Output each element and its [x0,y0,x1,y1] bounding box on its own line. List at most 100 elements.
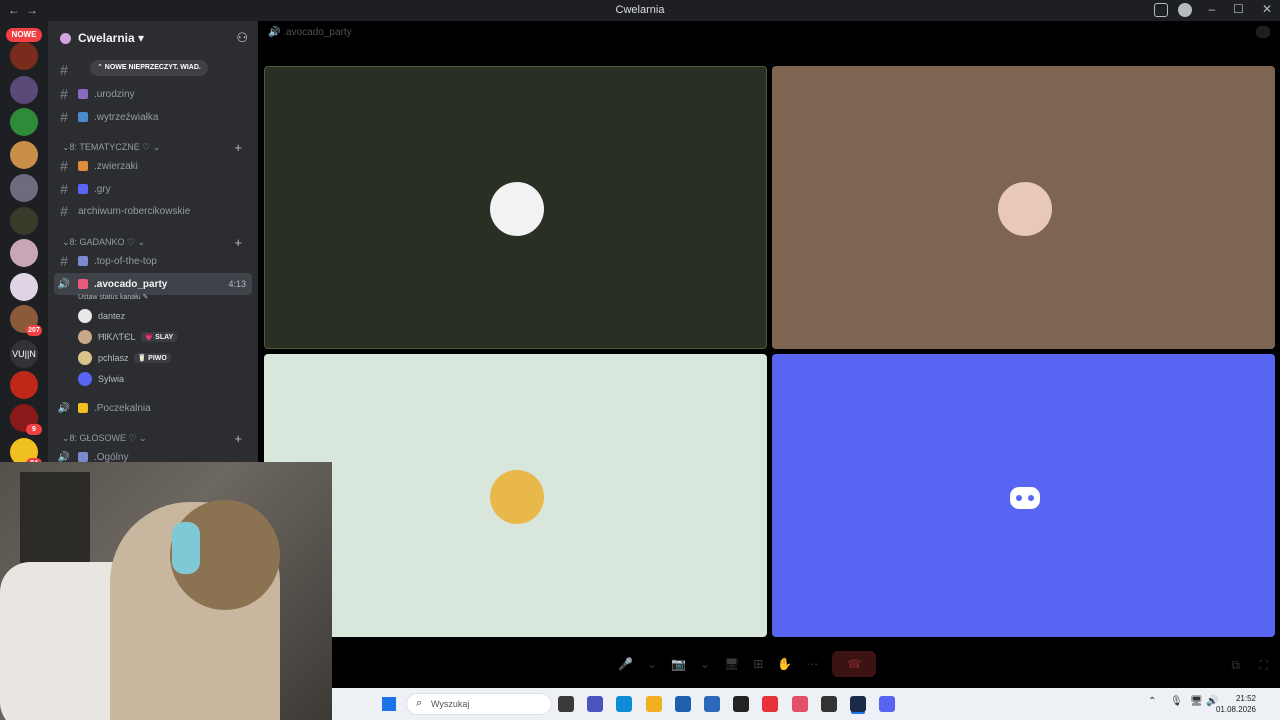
chevron-down-icon[interactable]: ⌄ [647,657,657,671]
chat-icon[interactable] [1256,26,1270,38]
category-gadanko[interactable]: ⌄8: GADANKO ♡ ⌄ + [62,235,252,250]
server-icon[interactable]: 207 [10,305,42,336]
server-icon[interactable]: 84 [10,438,42,462]
channel-archiwum[interactable]: # archiwum-robercikowskie [54,200,252,222]
server-icon[interactable] [10,141,38,169]
hash-icon: # [60,109,68,125]
close-icon[interactable]: ✕ [1262,2,1272,16]
discord-logo-icon [997,469,1052,524]
channel-emoji-icon [78,89,88,99]
participant-tile[interactable] [772,66,1275,349]
server-icon[interactable] [10,76,38,104]
microphone-tray-icon[interactable]: 🎙 [1170,696,1183,707]
invite-icon[interactable]: ⚇ [236,30,248,46]
server-icon[interactable]: VU||N [10,340,38,368]
participant-tile[interactable] [264,66,767,349]
avatar [489,469,544,524]
server-icon[interactable] [10,239,38,267]
voice-user[interactable]: dantez [78,307,125,325]
server-icon[interactable]: 9 [10,404,42,435]
chevron-down-icon[interactable]: ⌄ [700,657,710,671]
server-icon[interactable] [10,273,38,301]
avatar [78,309,92,323]
taskbar-app-icon[interactable] [762,696,779,712]
activities-icon[interactable]: ⊞ [753,657,763,671]
speaker-icon: 🔊 [57,451,71,463]
disconnect-button[interactable]: ☎ [832,651,877,677]
server-rail: NOWE 207 VU||N 9 84 [0,21,48,462]
minimize-icon[interactable]: – [1208,2,1215,16]
taskbar-app-icon[interactable] [587,696,604,712]
avatar [997,181,1052,236]
server-icon[interactable] [10,371,38,399]
server-icon[interactable] [10,174,38,202]
call-duration: 4:13 [228,279,246,289]
unread-banner[interactable]: ⌃ NOWE NIEPRZECZYT. WIAD. [90,60,208,76]
server-icon[interactable] [10,108,38,136]
channel-urodziny[interactable]: # .urodziny [54,83,252,105]
maximize-icon[interactable]: ☐ [1233,2,1244,16]
channel-label: .Poczekalnia [94,402,151,414]
help-icon[interactable] [1178,3,1192,17]
taskbar-app-icon[interactable] [733,696,750,712]
search-icon: ⌕ [416,697,423,709]
popout-icon[interactable]: ⧉ [1231,658,1240,673]
participant-tile[interactable] [772,354,1275,637]
voice-user[interactable]: Sylwia [78,370,124,388]
taskbar-app-icon[interactable] [820,696,837,712]
taskbar-app-icon[interactable] [704,696,720,712]
category-tematyczne[interactable]: ⌄8: TEMATYCZNE ♡ ⌄ + [62,140,252,155]
start-icon[interactable] [382,697,396,711]
search-placeholder: Wyszukaj [431,699,470,709]
add-channel-icon[interactable]: + [234,235,242,250]
new-messages-badge[interactable]: NOWE [6,28,42,42]
channel-gry[interactable]: # .gry [54,178,252,200]
microphone-icon[interactable]: 🎤 [618,657,633,671]
voice-channel-poczekalnia[interactable]: 🔊 .Poczekalnia [54,397,252,419]
channel-emoji-icon [78,279,88,289]
camera-icon[interactable]: 📷 [671,657,686,671]
set-channel-status-link[interactable]: Ustaw status kanału ✎ [78,293,148,301]
server-icon[interactable] [10,42,38,70]
add-channel-icon[interactable]: + [234,140,242,155]
avatar [78,330,92,344]
taskbar-app-icon[interactable] [616,696,633,712]
taskbar-app-icon[interactable] [674,696,691,712]
tray-overflow-icon[interactable]: ⌃ [1148,696,1156,707]
voice-user[interactable]: pchlasz 🥛 PIWO [78,349,171,367]
screen-share-icon[interactable]: 🖥 [724,657,739,671]
add-channel-icon[interactable]: + [234,431,242,446]
voice-channel-avocado-party[interactable]: 🔊 .avocado_party 4:13 [54,273,252,295]
channel-label: .urodziny [94,88,135,100]
speaker-icon: 🔊 [57,278,71,290]
channel-wytrzezwialka[interactable]: # .wytrzeźwiałka [54,106,252,128]
taskbar-app-icon[interactable] [645,696,662,712]
channel-sidebar: Cwelarnia ▾ ⚇ # ⌃ NOWE NIEPRZECZYT. WIAD… [48,21,258,462]
server-icon[interactable] [10,207,38,235]
taskbar-app-icon[interactable] [791,696,808,712]
hash-icon: # [60,158,68,174]
mention-badge: 207 [26,325,42,336]
taskbar-app-icon[interactable] [850,696,866,712]
category-glosowe[interactable]: ⌄8: GŁOSOWE ♡ ⌄ + [62,431,252,446]
soundboard-icon[interactable]: ✋ [777,657,792,671]
fullscreen-icon[interactable]: ⛶ [1260,658,1268,673]
taskbar-app-icon[interactable] [879,696,896,712]
taskbar-search[interactable]: ⌕ Wyszukaj [406,693,552,715]
server-header[interactable]: Cwelarnia ▾ ⚇ [48,21,258,54]
taskbar-app-icon[interactable] [558,696,574,712]
participant-tile[interactable] [264,354,767,637]
channel-label: .zwierzaki [94,160,138,172]
voice-user[interactable]: ĦƖƘΛƬЄL 💗 SLAY [78,328,178,346]
avatar [78,351,92,365]
inbox-icon[interactable] [1154,3,1168,17]
voice-user-name: pchlasz [98,353,129,363]
network-icon[interactable]: 🖥 [1190,696,1203,707]
voice-channel-ogolny[interactable]: 🔊 .Ogólny [54,446,252,462]
channel-top-of-the-top[interactable]: # .top-of-the-top [54,250,252,272]
call-header: 🔊 .avocado_party [268,27,352,38]
channel-zwierzaki[interactable]: # .zwierzaki [54,155,252,177]
more-icon[interactable]: ⋯ [806,657,818,671]
clock[interactable]: 21:52 01.08.2026 [1216,693,1256,715]
channel-label: .wytrzeźwiałka [94,111,159,123]
